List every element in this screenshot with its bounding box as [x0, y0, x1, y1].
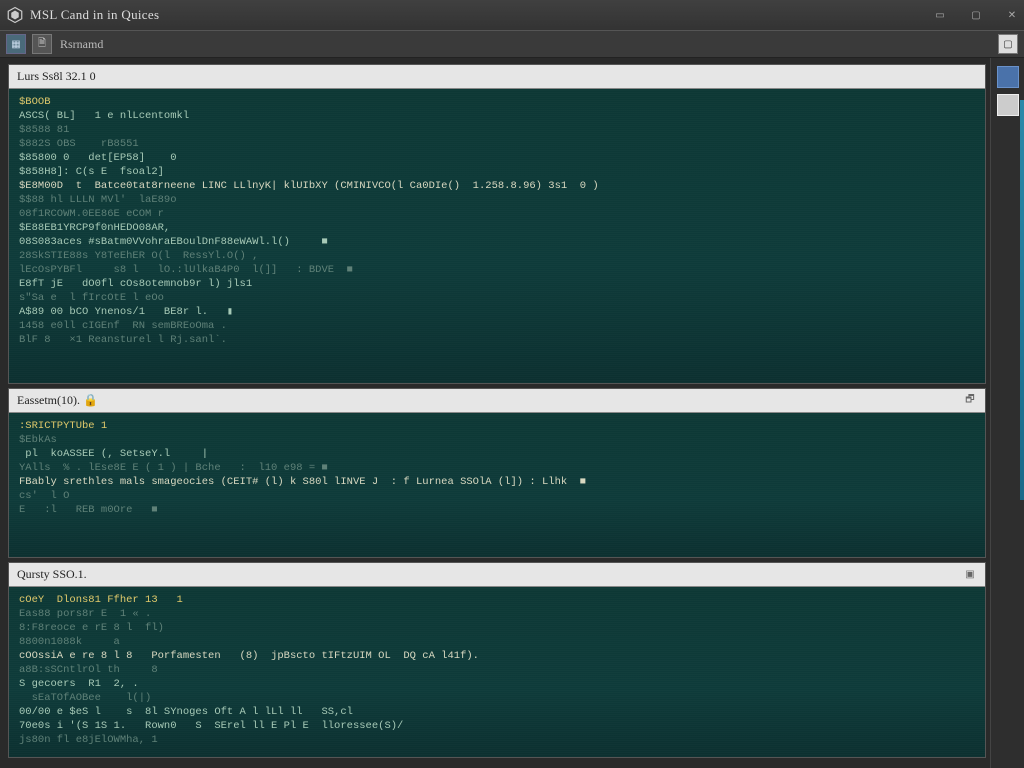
- terminal-line: $EbkAs: [19, 433, 975, 447]
- main-column: Lurs Ss8l 32.1 0 $BOOBASCS( BL] 1 e nlLc…: [0, 58, 990, 768]
- terminal-line: :SRICTPYTUbe 1: [19, 419, 975, 433]
- terminal-line: E :l REB m0Ore ■: [19, 503, 975, 517]
- terminal-line: 8800n1088k a: [19, 635, 975, 649]
- minimize-button[interactable]: ▭: [934, 10, 946, 20]
- panel-lurs-ss8l: Lurs Ss8l 32.1 0 $BOOBASCS( BL] 1 e nlLc…: [8, 64, 986, 384]
- panel-eassetm: Eassetm(10). 🔒 🗗 :SRICTPYTUbe 1$EbkAs pl…: [8, 388, 986, 558]
- terminal-line: $$88 hl LLLN MVl' laE89o: [19, 193, 975, 207]
- workspace: Lurs Ss8l 32.1 0 $BOOBASCS( BL] 1 e nlLc…: [0, 58, 1024, 768]
- terminal-line: a8B:sSCntlrOl th 8: [19, 663, 975, 677]
- panel-title-1: Lurs Ss8l 32.1 0: [17, 69, 96, 84]
- panel3-action-icon[interactable]: ▣: [963, 568, 977, 582]
- toolbar-right-btn-1[interactable]: ▢: [998, 34, 1018, 54]
- terminal-body-3[interactable]: cOeY Dlons81 Ffher 13 1Eas88 pors8r E 1 …: [9, 587, 985, 757]
- edge-accent: [1020, 100, 1024, 500]
- terminal-line: cOOssiA e re 8 l 8 Porfamesten (8) jpBsc…: [19, 649, 975, 663]
- panel-title-3: Qursty SSO.1.: [17, 567, 87, 582]
- terminal-line: A$89 00 bCO Ynenos/1 BE8r l. ▮: [19, 305, 975, 319]
- terminal-body-2[interactable]: :SRICTPYTUbe 1$EbkAs pl koASSEE (, Setse…: [9, 413, 985, 557]
- terminal-line: s"Sa e l fIrcOtE l eOo: [19, 291, 975, 305]
- terminal-line: 28SkSTIE88s Y8TeEhER O(l RessYl.O() ,: [19, 249, 975, 263]
- terminal-line: S gecoers R1 2, .: [19, 677, 975, 691]
- window-controls: ▭ ▢ ✕: [934, 10, 1018, 20]
- toolbar-tab-label[interactable]: Rsrnamd: [60, 37, 103, 52]
- terminal-line: ASCS( BL] 1 e nlLcentomkl: [19, 109, 975, 123]
- terminal-line: $8588 81: [19, 123, 975, 137]
- side-btn-1-icon[interactable]: [997, 66, 1019, 88]
- terminal-line: $882S OBS rB8551: [19, 137, 975, 151]
- terminal-line: BlF 8 ×1 Reansturel l Rj.sanl`.: [19, 333, 975, 347]
- terminal-line: $E8M00D t Batce0tat8rneene LINC LLlnyK| …: [19, 179, 975, 193]
- terminal-line: FBably srethles mals smageocies (CEIT# (…: [19, 475, 975, 489]
- terminal-body-1[interactable]: $BOOBASCS( BL] 1 e nlLcentomkl$8588 81 $…: [9, 89, 985, 383]
- side-panel: [990, 58, 1024, 768]
- terminal-line: 00/00 e $eS l s 8l SYnoges Oft A l lLl l…: [19, 705, 975, 719]
- terminal-line: 08S083aces #sBatm0VVohraEBoulDnF88eWAWl.…: [19, 235, 975, 249]
- panel2-action-icon[interactable]: 🗗: [963, 394, 977, 408]
- panel-header-2[interactable]: Eassetm(10). 🔒 🗗: [9, 389, 985, 413]
- terminal-line: pl koASSEE (, SetseY.l |: [19, 447, 975, 461]
- terminal-line: $85800 0 det[EP58] 0: [19, 151, 975, 165]
- maximize-button[interactable]: ▢: [970, 10, 982, 20]
- app-icon: [6, 6, 24, 24]
- terminal-line: 70e0s i '(S 1S 1. Rown0 S SErel ll E Pl …: [19, 719, 975, 733]
- terminal-line: $858H8]: C(s E fsoal2]: [19, 165, 975, 179]
- side-btn-2-icon[interactable]: [997, 94, 1019, 116]
- panel-header-1[interactable]: Lurs Ss8l 32.1 0: [9, 65, 985, 89]
- terminal-line: $E88EB1YRCP9f0nHEDO08AR,: [19, 221, 975, 235]
- toolbar: ▦ 🗎 Rsrnamd ▢: [0, 30, 1024, 58]
- panel-header-3[interactable]: Qursty SSO.1. ▣: [9, 563, 985, 587]
- terminal-line: lEcOsPYBFl s8 l lO.:lUlkaB4P0 l(]] : BDV…: [19, 263, 975, 277]
- panel-title-2: Eassetm(10). 🔒: [17, 393, 98, 408]
- terminal-line: $BOOB: [19, 95, 975, 109]
- terminal-line: sEaTOfAOBee l(|): [19, 691, 975, 705]
- toolbar-btn-grid-icon[interactable]: ▦: [6, 34, 26, 54]
- terminal-line: 1458 e0ll cIGEnf RN semBREoOma .: [19, 319, 975, 333]
- terminal-line: YAlls % . lEse8E E ( 1 ) | Bche : l10 e9…: [19, 461, 975, 475]
- terminal-line: 8:F8reoce e rE 8 l fl): [19, 621, 975, 635]
- terminal-line: 08f1RCOWM.0EE86E eCOM r: [19, 207, 975, 221]
- toolbar-btn-doc-icon[interactable]: 🗎: [32, 34, 52, 54]
- terminal-line: cOeY Dlons81 Ffher 13 1: [19, 593, 975, 607]
- terminal-line: js80n fl e8jElOWMha, 1: [19, 733, 975, 747]
- window-titlebar: MSL Cand in in Quices ▭ ▢ ✕: [0, 0, 1024, 30]
- terminal-line: Eas88 pors8r E 1 « .: [19, 607, 975, 621]
- panel-qursty: Qursty SSO.1. ▣ cOeY Dlons81 Ffher 13 1E…: [8, 562, 986, 758]
- terminal-line: E8fT jE dO0fl cOs8otemnob9r l) jls1: [19, 277, 975, 291]
- close-button[interactable]: ✕: [1006, 10, 1018, 20]
- terminal-line: cs' l O: [19, 489, 975, 503]
- window-title: MSL Cand in in Quices: [30, 7, 159, 23]
